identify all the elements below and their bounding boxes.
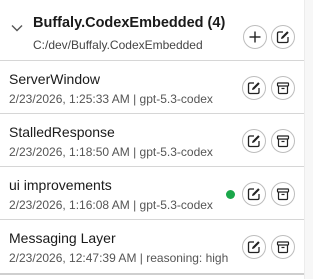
edit-icon <box>276 31 289 44</box>
session-name: ServerWindow <box>9 71 101 87</box>
archive-icon <box>276 241 290 254</box>
project-group-title: Buffaly.CodexEmbedded (4) <box>33 15 226 31</box>
archive-session-button[interactable] <box>271 182 295 206</box>
session-meta: 2/23/2026, 1:25:33 AM | gpt-5.3-codex <box>9 92 213 106</box>
session-meta: 2/23/2026, 1:16:08 AM | gpt-5.3-codex <box>9 198 213 212</box>
new-session-button[interactable] <box>243 25 267 49</box>
plus-icon <box>249 31 261 43</box>
session-name: ui improvements <box>9 177 112 193</box>
project-group-path: C:/dev/Buffaly.CodexEmbedded <box>33 38 203 52</box>
archive-icon <box>276 135 290 148</box>
rename-session-button[interactable] <box>242 235 266 259</box>
project-group-header[interactable]: Buffaly.CodexEmbedded (4) C:/dev/Buffaly… <box>0 8 304 60</box>
edit-icon <box>247 241 260 254</box>
rename-session-button[interactable] <box>242 129 266 153</box>
edit-icon <box>247 188 260 201</box>
session-item[interactable]: ServerWindow 2/23/2026, 1:25:33 AM | gpt… <box>0 60 304 113</box>
archive-session-button[interactable] <box>271 129 295 153</box>
archive-icon <box>276 188 290 201</box>
edit-icon <box>247 82 260 95</box>
edit-group-button[interactable] <box>271 25 295 49</box>
session-name: StalledResponse <box>9 124 115 140</box>
archive-session-button[interactable] <box>271 76 295 100</box>
session-meta: 2/23/2026, 1:18:50 AM | gpt-5.3-codex <box>9 145 213 159</box>
list-bottom-divider <box>0 273 304 275</box>
session-item[interactable]: Messaging Layer 2/23/2026, 12:47:39 AM |… <box>0 219 304 272</box>
archive-session-button[interactable] <box>271 235 295 259</box>
vertical-scrollbar[interactable] <box>304 0 313 279</box>
session-name: Messaging Layer <box>9 230 116 246</box>
rename-session-button[interactable] <box>242 182 266 206</box>
session-list-panel: Buffaly.CodexEmbedded (4) C:/dev/Buffaly… <box>0 0 304 279</box>
active-status-dot <box>226 190 235 199</box>
archive-icon <box>276 82 290 95</box>
chevron-down-icon[interactable] <box>10 21 24 35</box>
edit-icon <box>247 135 260 148</box>
rename-session-button[interactable] <box>242 76 266 100</box>
session-item[interactable]: StalledResponse 2/23/2026, 1:18:50 AM | … <box>0 113 304 166</box>
session-item[interactable]: ui improvements 2/23/2026, 1:16:08 AM | … <box>0 166 304 219</box>
session-meta: 2/23/2026, 12:47:39 AM | reasoning: high <box>9 251 229 265</box>
